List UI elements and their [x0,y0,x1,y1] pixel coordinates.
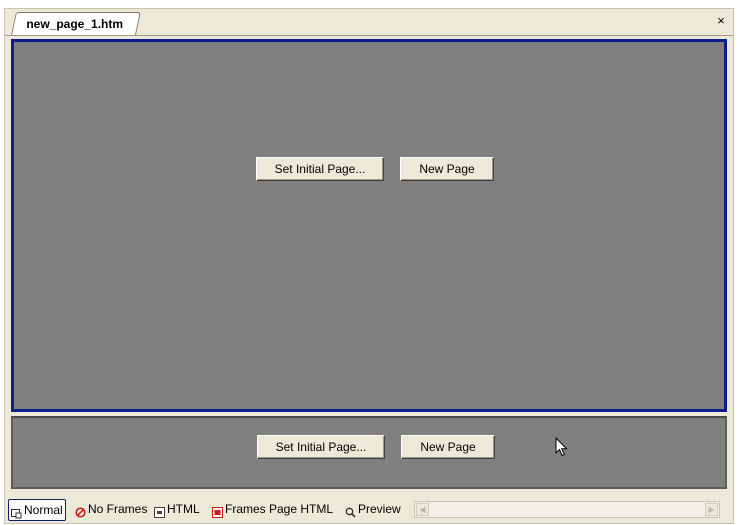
view-tab-label: Preview [358,502,401,516]
view-tab-label: Frames Page HTML [225,502,334,516]
magnifier-icon [345,504,356,518]
new-page-button-bottom[interactable]: New Page [401,435,495,459]
document-tab-label: new_page_1.htm [26,17,124,31]
design-view-icon [11,505,22,518]
mouse-pointer-icon [555,436,569,459]
new-page-button-top[interactable]: New Page [400,157,494,181]
view-tab-html[interactable]: HTML [154,499,200,519]
horizontal-scrollbar[interactable]: ◀ ▶ [414,501,720,518]
scroll-right-icon[interactable]: ▶ [705,503,718,516]
new-page-label: New Page [419,162,475,176]
no-frames-icon [75,504,86,518]
set-initial-page-button-bottom[interactable]: Set Initial Page... [257,435,385,459]
frames-page-canvas: Set Initial Page... New Page Set Initial… [11,39,727,489]
frames-html-icon [212,504,223,518]
html-code-icon [154,504,165,518]
view-tab-no-frames[interactable]: No Frames [75,499,147,519]
view-mode-bar: Normal No Frames HTML Frames Page HTML P… [5,495,733,523]
set-initial-page-button-top[interactable]: Set Initial Page... [256,157,384,181]
set-initial-page-label: Set Initial Page... [274,162,366,176]
view-tab-frames-page-html[interactable]: Frames Page HTML [212,499,333,519]
document-tab[interactable]: new_page_1.htm [11,12,141,35]
scroll-left-icon[interactable]: ◀ [416,503,429,516]
top-frame-selected[interactable]: Set Initial Page... New Page [11,39,727,412]
bottom-frame[interactable]: Set Initial Page... New Page [11,416,727,489]
view-tab-normal[interactable]: Normal [8,499,66,521]
document-tab-strip: new_page_1.htm × [5,9,733,36]
page-editor-window: new_page_1.htm × Set Initial Page... New… [4,8,734,524]
new-page-label: New Page [420,440,476,454]
close-document-icon[interactable]: × [713,13,729,29]
view-tab-label: Normal [24,503,63,517]
view-tab-label: No Frames [88,502,148,516]
view-tab-label: HTML [167,502,200,516]
view-tab-preview[interactable]: Preview [345,499,401,519]
set-initial-page-label: Set Initial Page... [275,440,367,454]
